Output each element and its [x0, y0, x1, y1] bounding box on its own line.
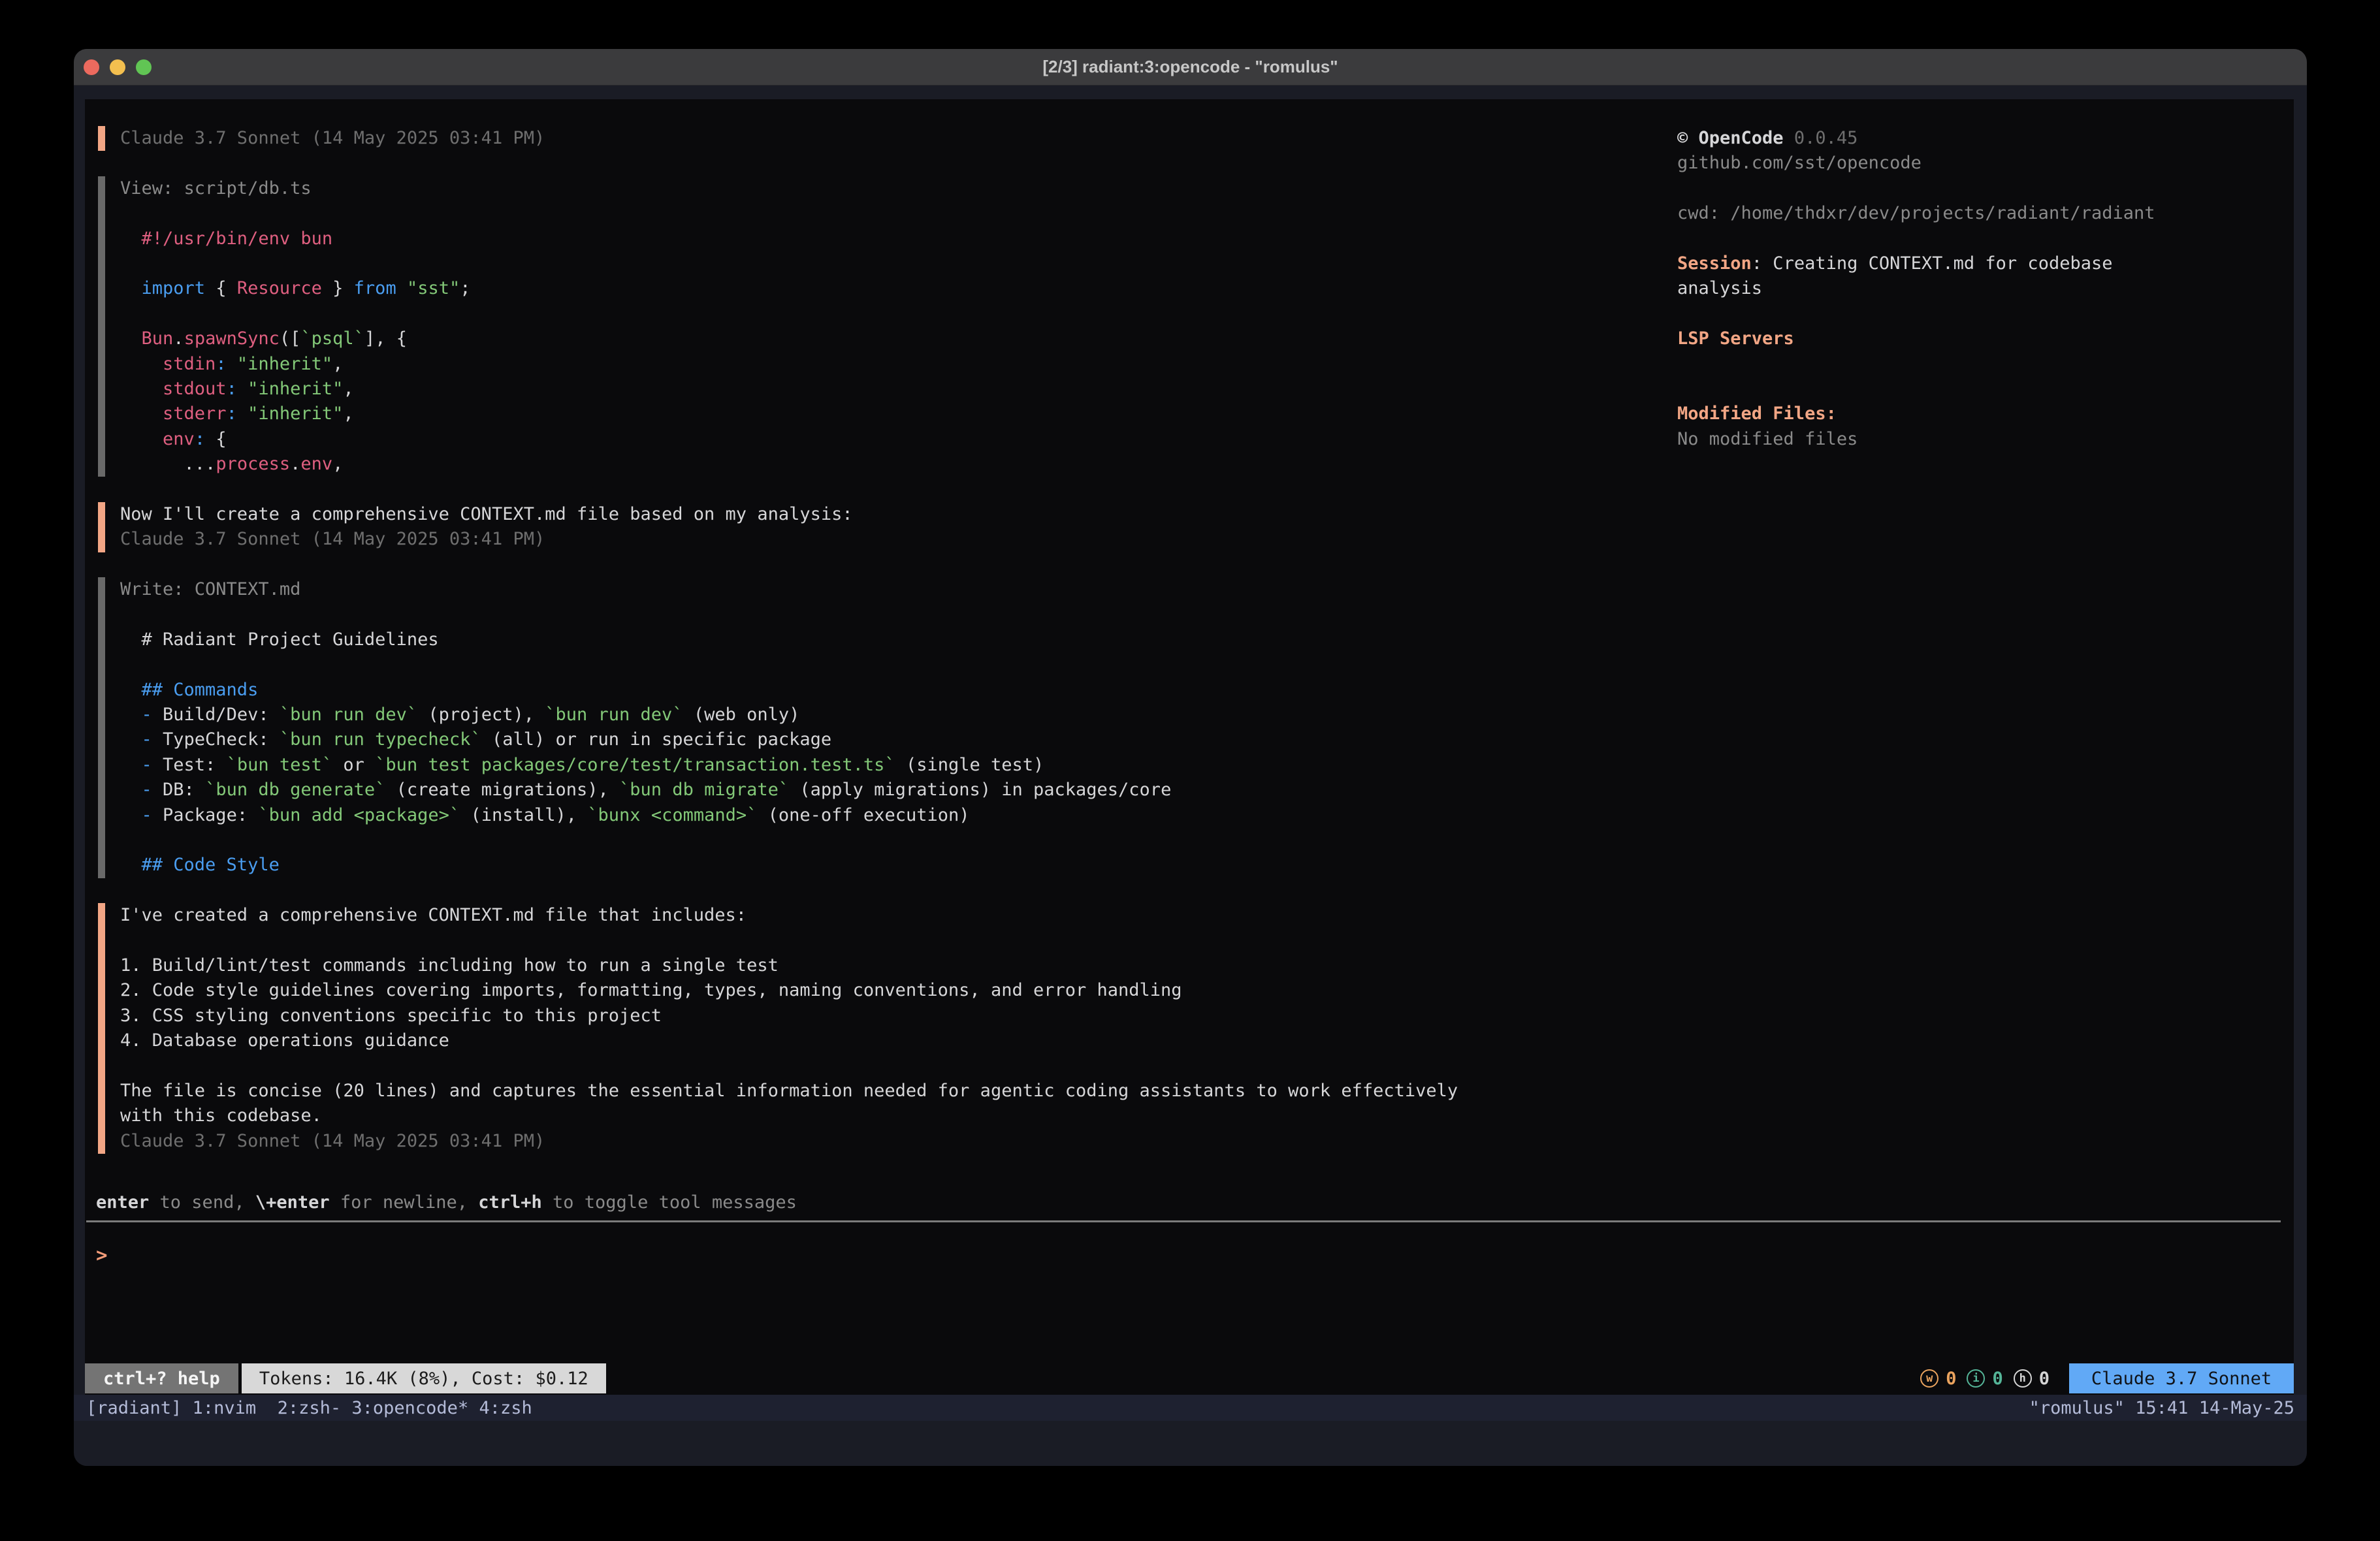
- opencode-tui: Claude 3.7 Sonnet (14 May 2025 03:41 PM)…: [85, 99, 2294, 1395]
- markdown-line: - Package: `bun add <package>` (install)…: [120, 803, 1669, 828]
- tool-write-block: Write: CONTEXT.md # Radiant Project Guid…: [98, 577, 1669, 878]
- markdown-line: ## Commands: [120, 678, 1669, 703]
- prompt-icon: >: [96, 1244, 107, 1266]
- hints-count: 0: [2039, 1369, 2050, 1389]
- markdown-line: [120, 652, 1669, 677]
- window-titlebar[interactable]: [2/3] radiant:3:opencode - "romulus": [74, 49, 2307, 86]
- warnings-count: 0: [1946, 1369, 1956, 1389]
- diagnostic-warnings: w0: [1920, 1369, 1956, 1389]
- chat-line: Claude 3.7 Sonnet (14 May 2025 03:41 PM): [120, 126, 1669, 151]
- sidebar-line: No modified files: [1677, 427, 2294, 452]
- session-sidebar: © OpenCode 0.0.45github.com/sst/opencode…: [1677, 126, 2294, 452]
- tokens-cost-badge: Tokens: 16.4K (8%), Cost: $0.12: [242, 1363, 606, 1393]
- help-badge: ctrl+? help: [85, 1363, 238, 1393]
- markdown-line: [120, 602, 1669, 627]
- model-badge: Claude 3.7 Sonnet: [2069, 1363, 2294, 1393]
- sidebar-line: github.com/sst/opencode: [1677, 151, 2294, 176]
- keybinding-hint: enter to send, \+enter for newline, ctrl…: [96, 1190, 797, 1215]
- chat-line: 4. Database operations guidance: [120, 1028, 1669, 1053]
- assistant-message-header-block: Claude 3.7 Sonnet (14 May 2025 03:41 PM): [98, 126, 1669, 151]
- window-title: [2/3] radiant:3:opencode - "romulus": [74, 57, 2307, 77]
- chat-line: I've created a comprehensive CONTEXT.md …: [120, 903, 1669, 928]
- markdown-line: - DB: `bun db generate` (create migratio…: [120, 778, 1669, 802]
- sidebar-line: [1677, 377, 2294, 402]
- chat-line: with this codebase.: [120, 1104, 1669, 1128]
- assistant-message-block: Now I'll create a comprehensive CONTEXT.…: [98, 502, 1669, 552]
- chat-line: 3. CSS styling conventions specific to t…: [120, 1004, 1669, 1028]
- fullscreen-button[interactable]: [136, 59, 152, 75]
- code-line: env: {: [120, 427, 1669, 452]
- sidebar-line: © OpenCode 0.0.45: [1677, 126, 2294, 151]
- chat-line: [120, 1053, 1669, 1078]
- markdown-line: - TypeCheck: `bun run typecheck` (all) o…: [120, 727, 1669, 752]
- markdown-line: - Test: `bun test` or `bun test packages…: [120, 753, 1669, 778]
- code-line: import { Resource } from "sst";: [120, 276, 1669, 301]
- code-line: stderr: "inherit",: [120, 402, 1669, 426]
- chat-line: Now I'll create a comprehensive CONTEXT.…: [120, 502, 1669, 527]
- chat-line: The file is concise (20 lines) and captu…: [120, 1079, 1669, 1104]
- code-line: View: script/db.ts: [120, 176, 1669, 201]
- markdown-line: ## Code Style: [120, 853, 1669, 878]
- sidebar-line: analysis: [1677, 276, 2294, 301]
- sidebar-line: LSP Servers: [1677, 326, 2294, 351]
- sidebar-line: Modified Files:: [1677, 402, 2294, 426]
- tool-view-block: View: script/db.ts #!/usr/bin/env bun im…: [98, 176, 1669, 477]
- status-bar: ctrl+? help Tokens: 16.4K (8%), Cost: $0…: [85, 1363, 2294, 1393]
- assistant-message-block-2: I've created a comprehensive CONTEXT.md …: [98, 903, 1669, 1154]
- code-line: stdin: "inherit",: [120, 352, 1669, 377]
- diagnostic-info: i0: [1967, 1369, 2002, 1389]
- prompt-input[interactable]: >: [96, 1239, 2281, 1271]
- tmux-status-bar: [radiant] 1:nvim 2:zsh- 3:opencode* 4:zs…: [74, 1395, 2307, 1421]
- close-button[interactable]: [84, 59, 99, 75]
- code-line: stdout: "inherit",: [120, 377, 1669, 402]
- code-line: Bun.spawnSync([`psql`], {: [120, 326, 1669, 351]
- code-line: [120, 251, 1669, 276]
- sidebar-line: Session: Creating CONTEXT.md for codebas…: [1677, 251, 2294, 276]
- markdown-line: - Build/Dev: `bun run dev` (project), `b…: [120, 703, 1669, 727]
- chat-line: 2. Code style guidelines covering import…: [120, 978, 1669, 1003]
- markdown-line: # Radiant Project Guidelines: [120, 628, 1669, 652]
- chat-line: Claude 3.7 Sonnet (14 May 2025 03:41 PM): [120, 1129, 1669, 1154]
- diagnostic-hints: h0: [2014, 1369, 2050, 1389]
- sidebar-line: [1677, 302, 2294, 326]
- markdown-line: Write: CONTEXT.md: [120, 577, 1669, 602]
- sidebar-line: [1677, 176, 2294, 201]
- info-count: 0: [1992, 1369, 2002, 1389]
- chat-line: Claude 3.7 Sonnet (14 May 2025 03:41 PM): [120, 527, 1669, 552]
- code-line: [120, 302, 1669, 326]
- code-line: [120, 201, 1669, 226]
- tmux-session-info: "romulus" 15:41 14-May-25: [2029, 1398, 2294, 1418]
- code-line: #!/usr/bin/env bun: [120, 227, 1669, 251]
- warnings-icon: w: [1920, 1369, 1938, 1388]
- code-line: ...process.env,: [120, 452, 1669, 477]
- sidebar-line: [1677, 352, 2294, 377]
- sidebar-line: cwd: /home/thdxr/dev/projects/radiant/ra…: [1677, 201, 2294, 226]
- chat-line: 1. Build/lint/test commands including ho…: [120, 953, 1669, 978]
- tmux-window-list[interactable]: [radiant] 1:nvim 2:zsh- 3:opencode* 4:zs…: [86, 1398, 532, 1418]
- input-separator: [86, 1220, 2281, 1222]
- minimize-button[interactable]: [110, 59, 125, 75]
- hints-icon: h: [2014, 1369, 2032, 1388]
- info-icon: i: [1967, 1369, 1985, 1388]
- chat-log: Claude 3.7 Sonnet (14 May 2025 03:41 PM)…: [98, 126, 1669, 1179]
- markdown-line: [120, 828, 1669, 853]
- sidebar-line: [1677, 227, 2294, 251]
- chat-line: [120, 929, 1669, 953]
- lsp-diagnostics: w0i0h0: [1920, 1369, 2050, 1389]
- terminal-window: [2/3] radiant:3:opencode - "romulus" Cla…: [74, 49, 2307, 1466]
- traffic-lights: [74, 59, 152, 75]
